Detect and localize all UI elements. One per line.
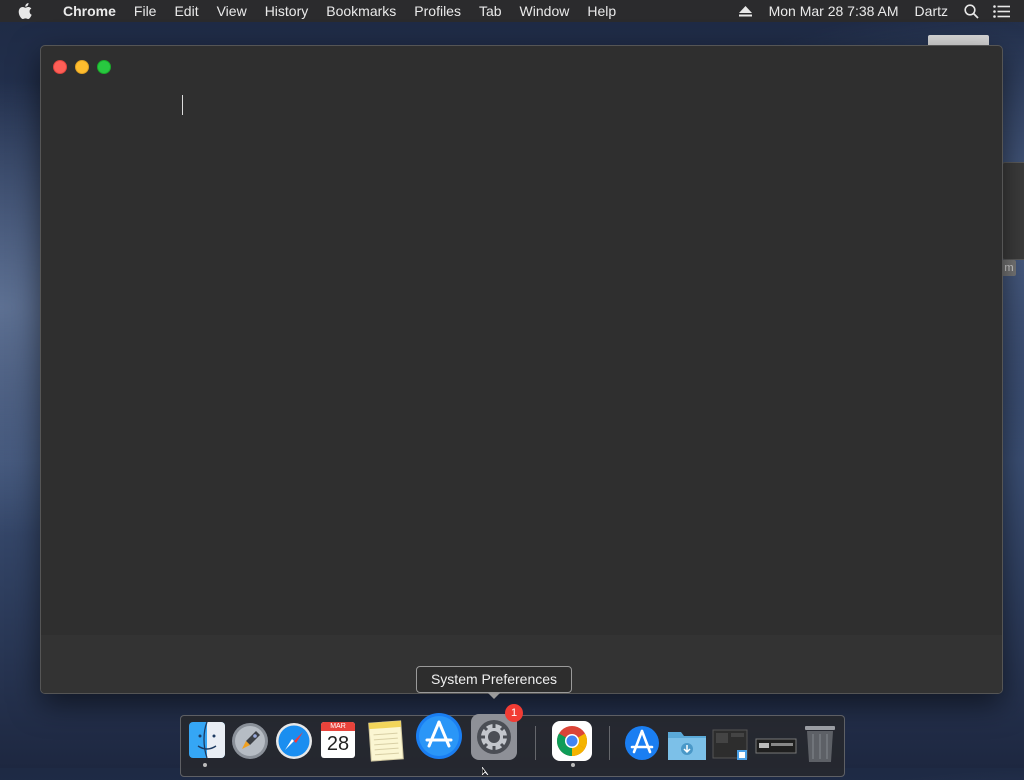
menu-bar: Chrome File Edit View History Bookmarks …: [0, 0, 1024, 22]
window-controls: [53, 60, 111, 74]
trash-icon[interactable]: [799, 720, 843, 764]
chrome-window[interactable]: [40, 45, 1003, 694]
close-window-button[interactable]: [53, 60, 67, 74]
app-store-download-icon[interactable]: [623, 720, 667, 764]
spotlight-search-icon[interactable]: [960, 0, 982, 22]
finder-running-indicator: [203, 763, 207, 767]
calendar-icon[interactable]: MAR 28: [319, 720, 363, 764]
menu-history[interactable]: History: [256, 0, 318, 22]
minimize-window-button[interactable]: [75, 60, 89, 74]
background-window-tag: m: [1002, 260, 1016, 276]
dock-tooltip: System Preferences: [416, 666, 572, 699]
menu-app-name[interactable]: Chrome: [54, 0, 125, 22]
text-cursor: [182, 95, 183, 115]
launchpad-icon[interactable]: [231, 720, 275, 764]
dock-separator-2: [609, 726, 610, 760]
maximize-window-button[interactable]: [97, 60, 111, 74]
menu-tab[interactable]: Tab: [470, 0, 511, 22]
menu-clock[interactable]: Mon Mar 28 7:38 AM: [761, 0, 907, 22]
notes-icon[interactable]: [365, 720, 409, 764]
finder-icon[interactable]: [187, 720, 231, 764]
mouse-cursor-icon: [481, 762, 492, 780]
apple-menu-icon[interactable]: [18, 3, 40, 19]
notification-center-icon[interactable]: [990, 0, 1012, 22]
eject-icon[interactable]: [735, 0, 757, 22]
system-preferences-icon[interactable]: 1: [469, 704, 523, 762]
calendar-month: MAR: [321, 722, 355, 731]
minimized-window-icon[interactable]: [755, 720, 799, 764]
menu-window[interactable]: Window: [511, 0, 579, 22]
downloads-folder-icon[interactable]: [667, 720, 711, 764]
notification-badge: 1: [505, 704, 523, 722]
app-store-icon[interactable]: [415, 712, 463, 760]
menu-help[interactable]: Help: [578, 0, 625, 22]
menu-profiles[interactable]: Profiles: [405, 0, 470, 22]
menu-view[interactable]: View: [208, 0, 256, 22]
chrome-running-indicator: [571, 763, 575, 767]
chrome-icon[interactable]: [551, 720, 595, 764]
dock-separator: [535, 726, 536, 760]
menu-file[interactable]: File: [125, 0, 166, 22]
menu-edit[interactable]: Edit: [165, 0, 207, 22]
menu-bookmarks[interactable]: Bookmarks: [317, 0, 405, 22]
safari-icon[interactable]: [275, 720, 319, 764]
menu-user[interactable]: Dartz: [907, 0, 956, 22]
calendar-day: 28: [326, 733, 350, 755]
background-window-edge[interactable]: [1001, 162, 1024, 260]
screenshot-stack-icon[interactable]: [711, 720, 755, 764]
